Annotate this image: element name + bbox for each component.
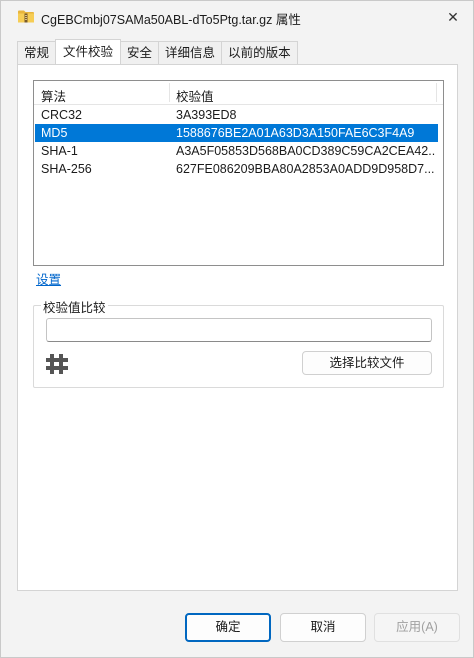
column-header-value[interactable]: 校验值 xyxy=(176,86,214,105)
tab-details[interactable]: 详细信息 xyxy=(158,41,223,64)
algorithm-cell: SHA-1 xyxy=(41,144,78,158)
algorithm-cell: MD5 xyxy=(41,126,68,140)
file-hash-panel: 算法 校验值 CRC32 3A393ED8 MD5 1588676BE2A01A… xyxy=(17,64,458,591)
tab-general[interactable]: 常规 xyxy=(17,41,57,64)
title-bar[interactable]: CgEBCmbj07SAMa50ABL-dTo5Ptg.tar.gz 属性 ✕ xyxy=(1,1,473,33)
hash-value-cell: A3A5F05853D568BA0CD389C59CA2CEA42... xyxy=(176,144,436,158)
tab-security[interactable]: 安全 xyxy=(120,41,160,64)
apply-button[interactable]: 应用(A) xyxy=(374,613,460,642)
properties-window: CgEBCmbj07SAMa50ABL-dTo5Ptg.tar.gz 属性 ✕ … xyxy=(0,0,474,658)
list-header: 算法 校验值 xyxy=(34,81,443,105)
hash-row-crc32[interactable]: CRC32 3A393ED8 xyxy=(35,106,438,124)
hash-compare-group: 校验值比较 选择比较文件 xyxy=(33,297,444,388)
algorithm-cell: CRC32 xyxy=(41,108,82,122)
close-icon: ✕ xyxy=(447,8,459,25)
window-title: CgEBCmbj07SAMa50ABL-dTo5Ptg.tar.gz 属性 xyxy=(41,13,301,27)
group-title: 校验值比较 xyxy=(41,297,108,316)
tab-file-hash[interactable]: 文件校验 xyxy=(55,39,122,64)
settings-link[interactable]: 设置 xyxy=(36,269,61,288)
hash-value-cell: 1588676BE2A01A63D3A150FAE6C3F4A9 xyxy=(176,126,415,140)
column-divider[interactable] xyxy=(436,83,437,102)
hash-value-cell: 627FE086209BBA80A2853A0ADD9D958D7... xyxy=(176,162,435,176)
hash-value-cell: 3A393ED8 xyxy=(176,108,237,122)
hash-list[interactable]: 算法 校验值 CRC32 3A393ED8 MD5 1588676BE2A01A… xyxy=(33,80,444,266)
column-divider[interactable] xyxy=(169,83,170,102)
algorithm-cell: SHA-256 xyxy=(41,162,92,176)
close-button[interactable]: ✕ xyxy=(433,1,473,33)
tab-strip: 常规 文件校验 安全 详细信息 以前的版本 xyxy=(17,39,298,64)
select-compare-file-button[interactable]: 选择比较文件 xyxy=(302,351,432,375)
cancel-button[interactable]: 取消 xyxy=(280,613,366,642)
compare-hash-input[interactable] xyxy=(46,318,432,342)
hash-row-sha1[interactable]: SHA-1 A3A5F05853D568BA0CD389C59CA2CEA42.… xyxy=(35,142,438,160)
ok-button[interactable]: 确定 xyxy=(185,613,271,642)
tab-previous-versions[interactable]: 以前的版本 xyxy=(221,41,298,64)
hash-row-md5[interactable]: MD5 1588676BE2A01A63D3A150FAE6C3F4A9 xyxy=(35,124,438,142)
column-header-algorithm[interactable]: 算法 xyxy=(41,86,66,105)
hash-row-sha256[interactable]: SHA-256 627FE086209BBA80A2853A0ADD9D958D… xyxy=(35,160,438,178)
folder-archive-icon xyxy=(18,10,34,23)
hash-icon xyxy=(46,354,68,374)
